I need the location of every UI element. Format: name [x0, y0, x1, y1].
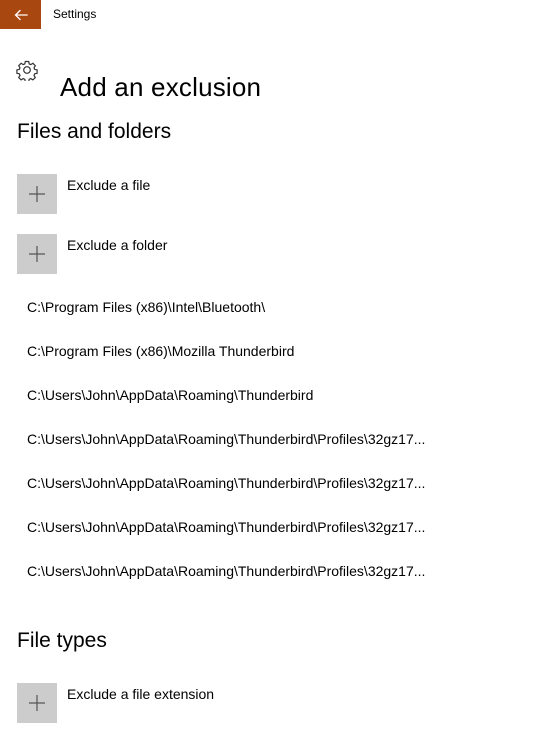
page-title: Add an exclusion — [60, 72, 262, 103]
files-and-folders-heading: Files and folders — [17, 120, 172, 143]
file-types-heading: File types — [17, 629, 107, 652]
exclusion-item[interactable]: C:\Users\John\AppData\Roaming\Thunderbir… — [27, 562, 425, 580]
add-tile — [17, 174, 57, 214]
add-tile — [17, 234, 57, 274]
page-header: Add an exclusion — [16, 52, 261, 102]
title-bar: Settings — [0, 0, 549, 29]
exclude-file-button[interactable]: Exclude a file — [17, 174, 437, 214]
plus-icon — [29, 695, 45, 711]
exclusion-item[interactable]: C:\Users\John\AppData\Roaming\Thunderbir… — [27, 430, 425, 448]
back-button[interactable] — [0, 0, 41, 29]
exclusion-item[interactable]: C:\Users\John\AppData\Roaming\Thunderbir… — [27, 474, 425, 492]
exclusion-item[interactable]: C:\Program Files (x86)\Intel\Bluetooth\ — [27, 298, 265, 316]
exclude-folder-button[interactable]: Exclude a folder — [17, 234, 437, 274]
exclude-file-label: Exclude a file — [67, 177, 151, 193]
add-tile — [17, 683, 57, 723]
exclusion-item[interactable]: C:\Users\John\AppData\Roaming\Thunderbir… — [27, 386, 313, 404]
exclude-file-extension-button[interactable]: Exclude a file extension — [17, 683, 437, 723]
exclude-file-extension-label: Exclude a file extension — [67, 686, 215, 702]
exclusion-item[interactable]: C:\Program Files (x86)\Mozilla Thunderbi… — [27, 342, 294, 360]
back-arrow-icon — [14, 9, 28, 20]
exclude-folder-label: Exclude a folder — [67, 237, 168, 253]
plus-icon — [29, 246, 45, 262]
plus-icon — [29, 186, 45, 202]
window-title: Settings — [53, 7, 97, 21]
gear-icon — [16, 59, 38, 81]
exclusion-item[interactable]: C:\Users\John\AppData\Roaming\Thunderbir… — [27, 518, 425, 536]
